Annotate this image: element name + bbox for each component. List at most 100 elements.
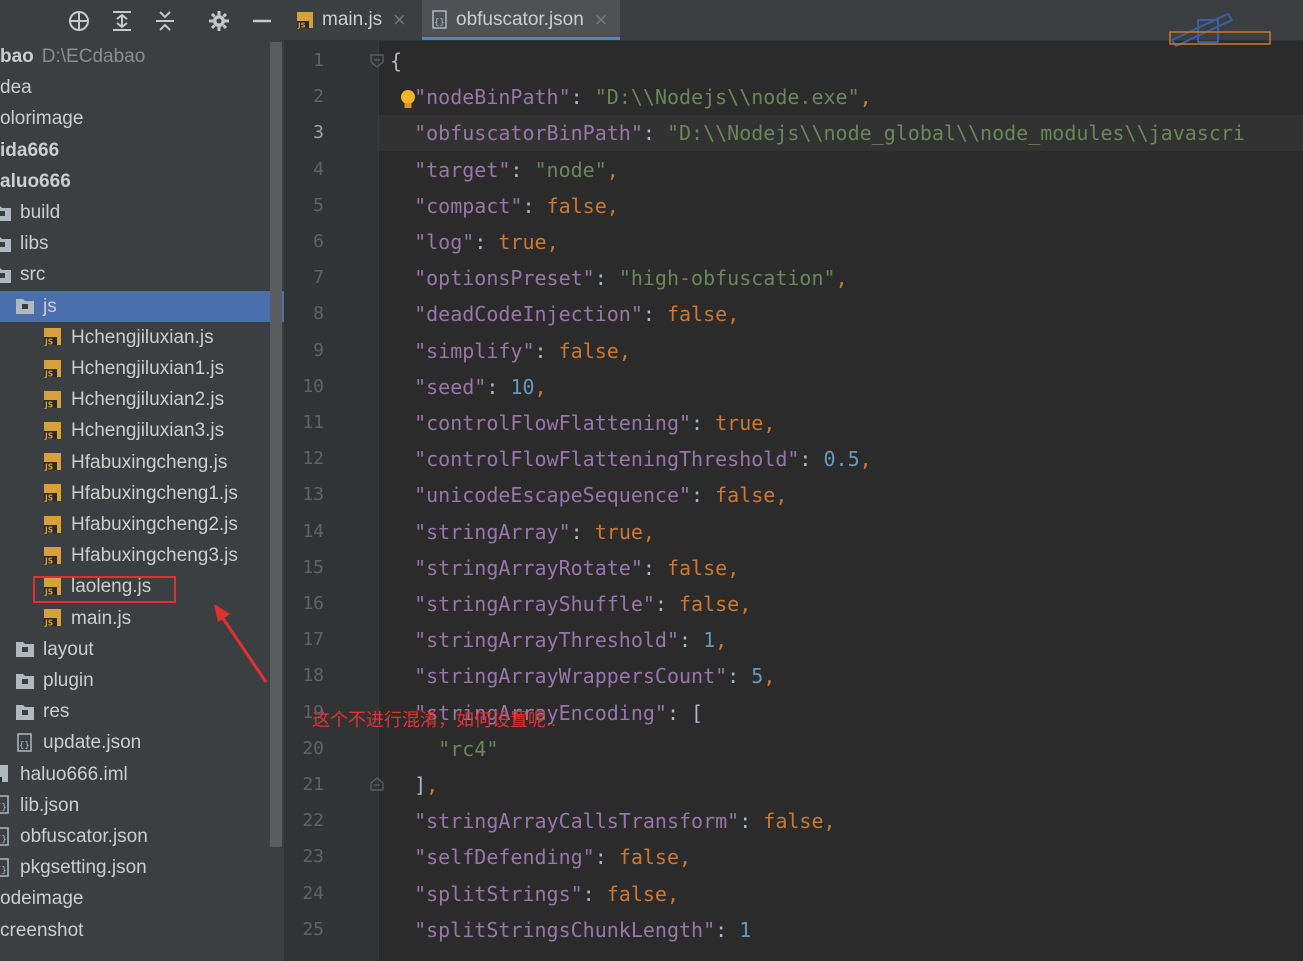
svg-text:JS: JS xyxy=(44,338,53,347)
code-line: "splitStringsChunkLength": 1 xyxy=(390,912,751,948)
code-token: : xyxy=(582,881,607,906)
expand-all-icon[interactable] xyxy=(109,8,135,34)
code-token: "deadCodeInjection" xyxy=(414,302,643,327)
code-line: "rc4" xyxy=(390,731,498,767)
tree-item[interactable]: src xyxy=(0,259,284,290)
tree-item[interactable]: odeimage xyxy=(0,883,284,914)
line-number: 20 xyxy=(302,737,324,759)
tree-item-label: layout xyxy=(43,638,94,660)
code-token: : xyxy=(799,447,824,472)
tree-item[interactable]: creenshot xyxy=(0,915,284,946)
code-line: "nodeBinPath": "D:\\Nodejs\\node.exe", xyxy=(390,79,872,115)
tree-item[interactable]: dea xyxy=(0,72,284,103)
js-file-icon: JS xyxy=(43,483,63,503)
code-token: "node" xyxy=(534,157,607,182)
tab-main-js[interactable]: JS main.js × xyxy=(292,0,418,40)
tree-item[interactable]: olorimage xyxy=(0,103,284,134)
tree-item[interactable]: JS Hfabuxingcheng.js xyxy=(0,447,284,478)
json-file-icon: {} xyxy=(0,795,12,815)
gutter-divider xyxy=(378,41,379,961)
tree-item[interactable]: JS Hchengjiluxian3.js xyxy=(0,415,284,446)
tree-node: JS Hfabuxingcheng3.js xyxy=(43,540,238,571)
line-number: 14 xyxy=(302,520,324,542)
code-token: : xyxy=(594,845,619,870)
tree-item[interactable]: {} lib.json xyxy=(0,790,284,821)
module-file-icon xyxy=(0,764,12,784)
tree-item[interactable]: {} obfuscator.json xyxy=(0,821,284,852)
tree-node: haluo666.iml xyxy=(0,759,128,790)
fold-icon[interactable] xyxy=(370,777,384,791)
tree-item[interactable]: ida666 xyxy=(0,135,284,166)
line-number: 2 xyxy=(313,86,324,108)
svg-text:JS: JS xyxy=(44,556,53,565)
code-token: : xyxy=(594,266,619,291)
project-scrollbar[interactable] xyxy=(270,42,282,847)
tree-item[interactable]: js xyxy=(0,290,284,322)
tree-item[interactable]: {} pkgsetting.json xyxy=(0,852,284,883)
tree-item[interactable]: {} update.json xyxy=(0,727,284,758)
tree-node: JS main.js xyxy=(43,603,131,634)
tree-item-label: res xyxy=(43,701,70,723)
tree-item-label: plugin xyxy=(43,670,94,691)
collapse-all-icon[interactable] xyxy=(152,8,178,34)
code-line: "deadCodeInjection": false, xyxy=(390,296,739,332)
gear-icon[interactable] xyxy=(206,8,232,34)
tree-item-label: js xyxy=(43,295,57,317)
tree-item[interactable]: aluo666 xyxy=(0,166,284,197)
tree-node: {} obfuscator.json xyxy=(0,821,148,852)
code-token: "stringArrayRotate" xyxy=(414,555,643,580)
tree-item[interactable]: haluo666.iml xyxy=(0,759,284,790)
tree-item[interactable]: libs xyxy=(0,228,284,259)
tree-item[interactable]: JS Hfabuxingcheng2.js xyxy=(0,509,284,540)
tree-item[interactable]: build xyxy=(0,197,284,228)
code-token: "stringArrayWrappersCount" xyxy=(414,664,728,689)
tree-item-label: Hchengjiluxian.js xyxy=(71,326,214,348)
code-token: "stringArrayShuffle" xyxy=(414,592,655,616)
tree-item-label: Hfabuxingcheng2.js xyxy=(71,514,238,535)
code-line: "simplify": false, xyxy=(390,333,631,369)
js-file-icon: JS xyxy=(43,546,63,566)
folder-icon xyxy=(15,639,35,659)
code-line: "target": "node", xyxy=(390,152,619,188)
code-token: "simplify" xyxy=(414,338,535,363)
tree-item-label: Hfabuxingcheng.js xyxy=(71,451,228,473)
close-icon[interactable]: × xyxy=(594,10,608,30)
close-icon[interactable]: × xyxy=(392,10,406,30)
code-token: "splitStringsChunkLength" xyxy=(414,917,716,942)
code-token: , xyxy=(606,157,619,182)
tree-item[interactable]: res xyxy=(0,696,284,727)
project-toolbar xyxy=(0,0,284,42)
tree-item[interactable]: bao D:\ECdabao xyxy=(0,41,284,72)
tree-item-label: main.js xyxy=(71,607,132,629)
code-token: false xyxy=(715,483,776,508)
tab-obfuscator-json[interactable]: {} obfuscator.json × xyxy=(422,0,620,40)
tree-item[interactable]: JS Hchengjiluxian2.js xyxy=(0,384,284,415)
code-token: , xyxy=(679,845,692,870)
tree-node: js xyxy=(15,291,57,322)
tree-node: {} lib.json xyxy=(0,790,79,821)
tree-item[interactable]: JS Hchengjiluxian1.js xyxy=(0,353,284,384)
code-token: false xyxy=(606,881,667,906)
editor-tabs: JS main.js × {} obfuscator.json × xyxy=(284,0,1303,41)
tree-item[interactable]: JS Hfabuxingcheng1.js xyxy=(0,478,284,509)
code-line: "stringArrayThreshold": 1, xyxy=(390,622,727,658)
code-token: "nodeBinPath" xyxy=(414,85,571,110)
code-line: "seed": 10, xyxy=(390,369,546,405)
tree-item-label: aluo666 xyxy=(0,170,71,192)
tree-item[interactable]: JS Hfabuxingcheng3.js xyxy=(0,540,284,571)
tree-item[interactable]: JS Hchengjiluxian.js xyxy=(0,322,284,353)
folder-icon xyxy=(0,203,12,223)
lightbulb-icon[interactable] xyxy=(398,88,418,112)
code-token: "high-obfuscation" xyxy=(618,266,836,291)
fold-icon[interactable] xyxy=(370,54,384,68)
hide-icon[interactable] xyxy=(249,8,275,34)
locate-icon[interactable] xyxy=(66,8,92,34)
code-token: "seed" xyxy=(414,374,487,399)
tree-item-label: src xyxy=(20,264,46,286)
svg-text:{}: {} xyxy=(0,835,7,845)
